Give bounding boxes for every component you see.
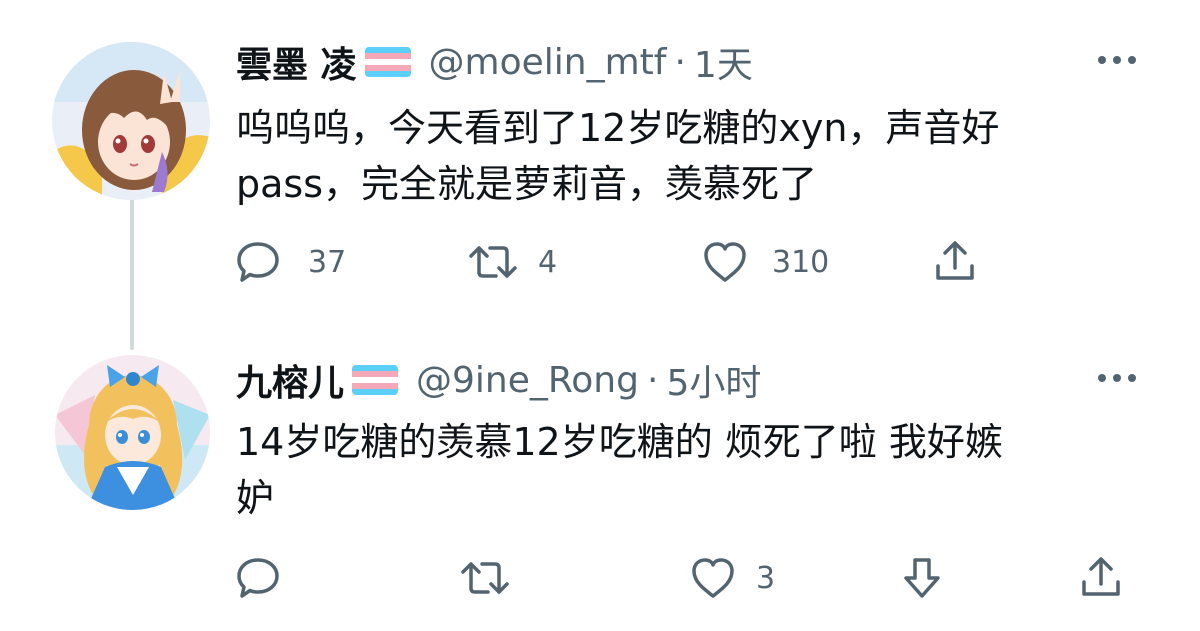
share-icon bbox=[932, 238, 978, 284]
tweet-header: 雲墨 凌 @moelin_mtf · 1天 bbox=[236, 36, 753, 88]
retweet-icon bbox=[460, 556, 510, 600]
reply-bubble-icon bbox=[236, 240, 280, 284]
user-handle[interactable]: @9ine_Rong bbox=[416, 360, 639, 401]
more-horizontal-icon[interactable] bbox=[1094, 368, 1140, 388]
reply-bubble-icon bbox=[236, 556, 280, 600]
like-button[interactable]: 310 bbox=[702, 240, 829, 284]
tweet-text-line: 14岁吃糖的羡慕12岁吃糖的 烦死了啦 我好嫉 bbox=[236, 420, 1003, 464]
tweet-header: 九榕儿 @9ine_Rong · 5小时 bbox=[236, 354, 761, 406]
share-icon bbox=[1078, 554, 1124, 600]
tweet-text-line: 呜呜呜，今天看到了12岁吃糖的xyn，声音好 bbox=[236, 106, 1000, 150]
downvote-button[interactable] bbox=[900, 556, 944, 602]
heart-icon bbox=[702, 240, 748, 284]
display-name[interactable]: 九榕儿 bbox=[236, 354, 344, 406]
heart-icon bbox=[690, 556, 736, 600]
like-count: 310 bbox=[772, 244, 830, 280]
tweet-text: 14岁吃糖的羡慕12岁吃糖的 烦死了啦 我好嫉 妒 bbox=[236, 414, 1136, 526]
retweet-button[interactable]: 4 bbox=[468, 240, 557, 284]
avatar[interactable] bbox=[55, 355, 210, 510]
share-button[interactable] bbox=[1078, 554, 1124, 600]
tweet-text-line: pass，完全就是萝莉音，羡慕死了 bbox=[236, 162, 818, 206]
more-horizontal-icon[interactable] bbox=[1094, 50, 1140, 70]
user-handle[interactable]: @moelin_mtf bbox=[429, 42, 667, 83]
retweet-count: 4 bbox=[538, 244, 558, 280]
transgender-flag-icon bbox=[364, 47, 411, 77]
tweet-text-line: 妒 bbox=[236, 476, 275, 520]
arrow-down-icon bbox=[900, 556, 944, 602]
display-name[interactable]: 雲墨 凌 bbox=[236, 36, 357, 88]
reply-button[interactable]: 37 bbox=[236, 240, 346, 284]
share-button[interactable] bbox=[932, 238, 978, 284]
reply-count: 37 bbox=[308, 244, 347, 280]
timestamp[interactable]: 1天 bbox=[694, 36, 753, 88]
like-button[interactable]: 3 bbox=[690, 556, 775, 600]
separator-dot: · bbox=[674, 41, 686, 83]
retweet-button[interactable] bbox=[460, 556, 510, 600]
thread-connector-line bbox=[130, 198, 134, 350]
tweet-text: 呜呜呜，今天看到了12岁吃糖的xyn，声音好 pass，完全就是萝莉音，羡慕死了 bbox=[236, 100, 1136, 212]
avatar[interactable] bbox=[52, 42, 210, 200]
retweet-icon bbox=[468, 240, 518, 284]
like-count: 3 bbox=[756, 560, 776, 596]
reply-button[interactable] bbox=[236, 556, 280, 600]
transgender-flag-icon bbox=[352, 365, 399, 395]
separator-dot: · bbox=[646, 359, 659, 401]
timestamp[interactable]: 5小时 bbox=[666, 354, 761, 406]
